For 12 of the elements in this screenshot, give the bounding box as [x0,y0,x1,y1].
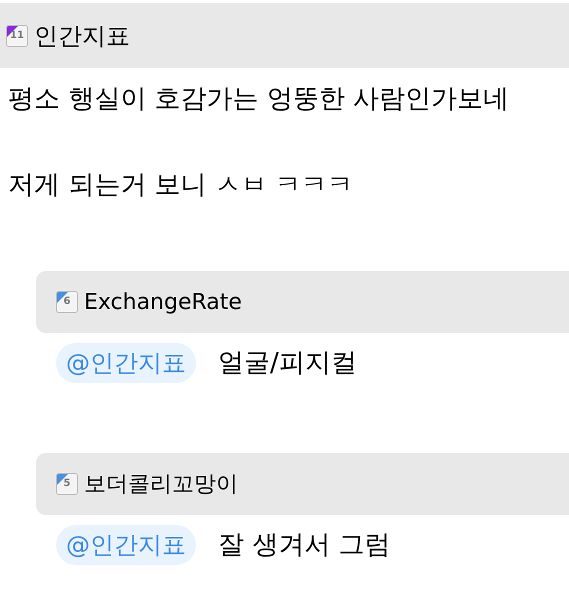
reply-text: 얼굴/피지컬 [218,346,357,380]
post-text: 저게 되는거 보니 ㅅㅂ ㅋㅋㅋ [7,170,354,202]
reply-text: 잘 생겨서 그럼 [218,528,391,562]
username: 보더콜리꼬망이 [84,470,238,499]
level-badge: 11 [6,24,28,46]
level-badge: 5 [56,473,78,496]
mention-tag[interactable]: @인간지표 [56,343,196,384]
mention-tag[interactable]: @인간지표 [56,525,196,566]
username: 인간지표 [34,20,130,52]
username: ExchangeRate [84,288,242,317]
level-badge: 6 [56,291,78,314]
post-text: 평소 행실이 호감가는 엉뚱한 사람인가보네 [7,84,510,116]
